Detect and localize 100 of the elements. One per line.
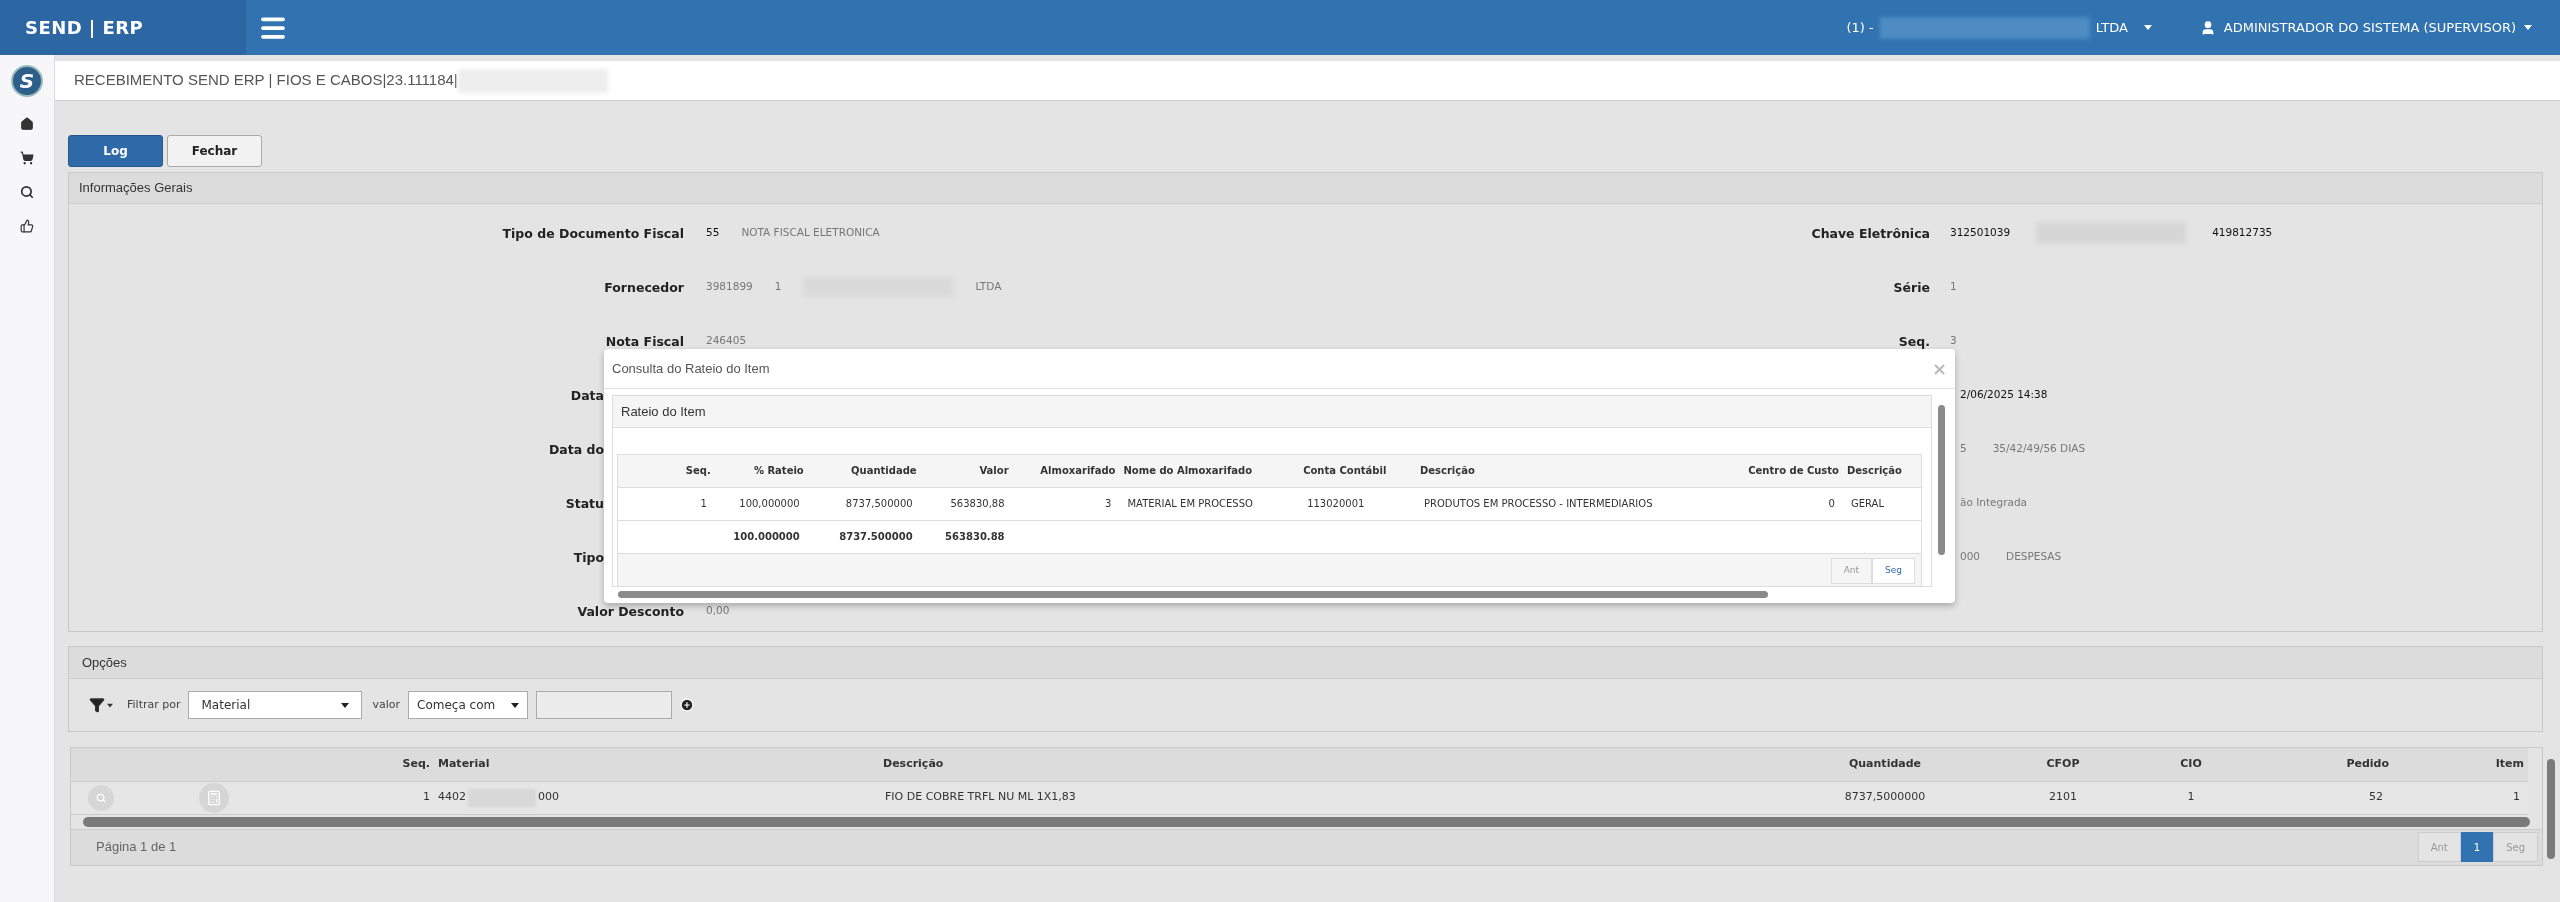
column-header: Quantidade	[807, 455, 921, 487]
field-select[interactable]: Material	[188, 691, 363, 719]
vertical-scrollbar[interactable]	[2547, 759, 2555, 859]
pager-button[interactable]: Seg	[1872, 557, 1915, 584]
table-cell: 8737,5000000	[1801, 781, 1969, 814]
field-label: Nota Fiscal	[605, 334, 684, 349]
column-header: CFOP	[1969, 748, 2157, 781]
field-label: Série	[1893, 280, 1930, 295]
table-cell: MATERIAL EM PROCESSO	[1119, 487, 1300, 520]
column-header: Seq.	[296, 748, 434, 781]
field-value: ão Integrada	[1960, 495, 2028, 511]
caret-icon	[107, 702, 113, 708]
column-header: Item	[2393, 748, 2528, 781]
filter-menu-icon[interactable]	[89, 697, 113, 713]
field-value: 3981899	[706, 279, 753, 295]
column-header: Descrição	[879, 748, 1801, 781]
panel-title: Opções	[82, 653, 127, 672]
user-menu[interactable]: ADMINISTRADOR DO SISTEMA (SUPERVISOR)	[2199, 17, 2532, 38]
field-value: RECEBIMENTO SEND ERP | FIOS E CABOS|23.111184|	[74, 70, 458, 91]
table-cell: 3	[1012, 487, 1120, 520]
column-header: CIO	[2157, 748, 2225, 781]
panel-title: Informações Gerais	[79, 179, 193, 198]
field-value: (1) -	[1846, 18, 1874, 37]
table-cell: 2101	[1969, 781, 2157, 814]
table-cell: 1	[2157, 781, 2225, 814]
field-label: Tipo de Documento Fiscal	[502, 226, 684, 241]
field-value: 2/06/2025 14:38	[1960, 387, 2048, 403]
horizontal-scrollbar[interactable]	[618, 591, 1768, 598]
field-value: 312501039	[1950, 225, 2011, 241]
column-header: Nome do Almoxarifado	[1119, 455, 1300, 487]
field-value: 1	[1950, 279, 1957, 295]
search-icon[interactable]	[20, 185, 34, 199]
field-value: 000	[538, 789, 559, 806]
field-label: Statu	[565, 496, 604, 511]
field-value: DESPESAS	[2006, 549, 2062, 565]
caret-icon	[2524, 25, 2532, 30]
column-header: Pedido	[2225, 748, 2393, 781]
field-value: NOTA FISCAL ELETRONICA	[741, 225, 880, 241]
operator-select[interactable]: Começa com	[408, 691, 529, 719]
field-value: LTDA	[2095, 18, 2128, 37]
column-header: Almoxarifado	[1012, 455, 1120, 487]
field-label: Chave Eletrônica	[1811, 226, 1930, 241]
cart-icon[interactable]	[20, 151, 34, 165]
horizontal-scrollbar[interactable]	[83, 816, 2530, 827]
column-header: Quantidade	[1801, 748, 1969, 781]
column-header: Centro de Custo	[1723, 455, 1843, 487]
field-value: 3	[1950, 333, 1957, 349]
field-label: Data	[570, 388, 604, 403]
vertical-scrollbar[interactable]	[1938, 405, 1945, 555]
table-cell: 1	[618, 487, 715, 520]
field-value: 35/42/49/56 DIAS	[1992, 441, 2086, 457]
company-selector[interactable]: (1) - LTDA	[1846, 16, 2152, 39]
filter-input[interactable]	[536, 691, 673, 719]
table-cell: 1	[2393, 781, 2528, 814]
home-icon[interactable]	[20, 117, 34, 131]
table-cell: GERAL	[1843, 487, 1921, 520]
field-value: 0,00	[706, 603, 730, 619]
add-icon[interactable]	[680, 698, 695, 712]
column-header: Seq.	[618, 455, 715, 487]
caret-icon	[341, 702, 350, 708]
table-cell: 0	[1723, 487, 1843, 520]
table-cell: 100,000000	[714, 487, 808, 520]
caret-icon	[2143, 25, 2152, 30]
field-value: 419812735	[2212, 225, 2273, 241]
value-label: valor	[372, 696, 401, 713]
field-value: 000	[1960, 549, 1981, 565]
field-value: LTDA	[975, 279, 1002, 295]
table-cell: 113020001	[1299, 487, 1416, 520]
total-cell: 8737.500000	[807, 520, 921, 553]
caret-icon	[511, 702, 520, 708]
table-cell: PRODUTOS EM PROCESSO - INTERMEDIARIOS	[1415, 487, 1724, 520]
field-value: 5	[1960, 441, 1967, 457]
total-cell: 100.000000	[714, 520, 808, 553]
table-cell: 1	[296, 781, 434, 814]
column-header: Valor	[920, 455, 1013, 487]
field-value: 246405	[706, 333, 747, 349]
column-header: Material	[434, 748, 879, 781]
field-value: 4402	[438, 789, 466, 806]
column-header: Descrição	[1415, 455, 1724, 487]
pager-button[interactable]: 1	[2460, 832, 2494, 862]
brand-title: SEND | ERP	[25, 16, 144, 40]
action-button[interactable]: Fechar	[167, 135, 262, 167]
field-label: Seq.	[1898, 334, 1930, 349]
field-value: 1	[774, 279, 782, 295]
column-header: Conta Contábil	[1299, 455, 1416, 487]
column-header: % Rateio	[714, 455, 808, 487]
page-info: Página 1 de 1	[96, 838, 177, 857]
table-cell: FIO DE COBRE TRFL NU ML 1X1,83	[879, 781, 1801, 814]
action-button[interactable]: Log	[68, 135, 163, 167]
table-cell: 52	[2225, 781, 2393, 814]
filter-label: Filtrar por	[127, 696, 181, 713]
thumbs-up-icon[interactable]	[20, 219, 34, 233]
field-value: 55	[706, 225, 720, 241]
field-label: Fornecedor	[604, 280, 684, 295]
logo: S	[11, 65, 43, 97]
table-cell: 8737,500000	[807, 487, 921, 520]
table-cell: 563830,88	[920, 487, 1013, 520]
modal-title: Consulta do Rateio do Item	[612, 359, 770, 378]
column-header: Descrição	[1843, 455, 1921, 487]
field-label: Data do	[548, 442, 604, 457]
